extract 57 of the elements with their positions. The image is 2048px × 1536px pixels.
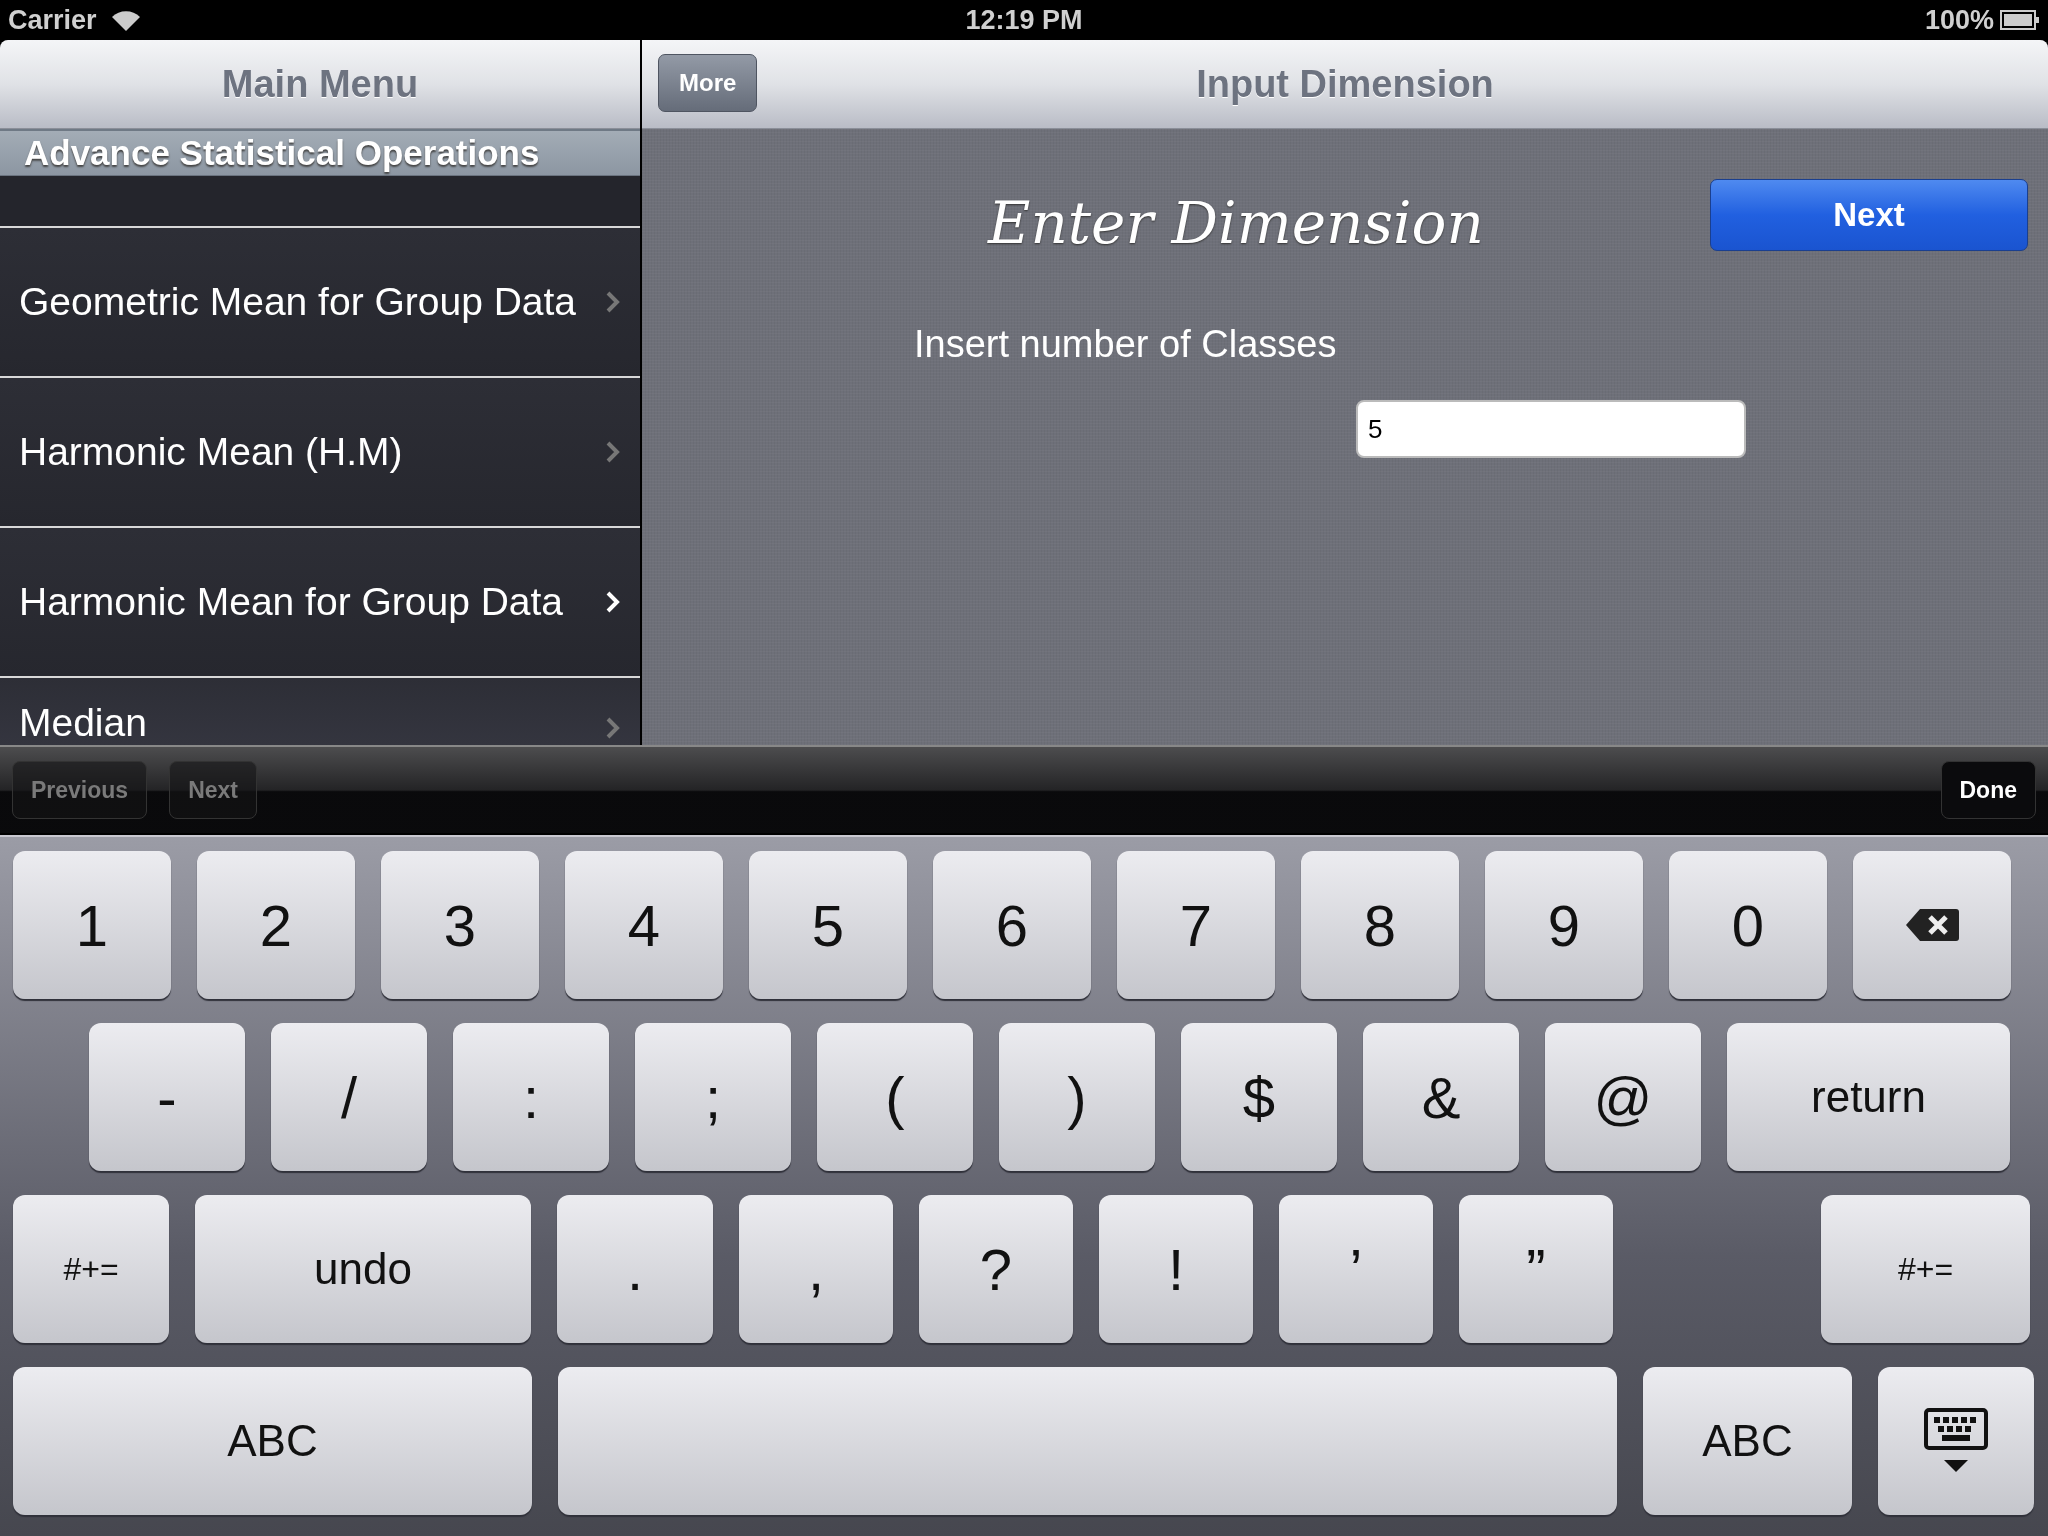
keyboard-key[interactable]: : xyxy=(453,1023,609,1171)
menu-item-label: Harmonic Mean for Group Data xyxy=(19,580,564,624)
delete-key[interactable] xyxy=(1853,851,2011,999)
keyboard-key[interactable]: 2 xyxy=(197,851,355,999)
next-button[interactable]: Next xyxy=(1710,179,2028,251)
keyboard-key[interactable]: 7 xyxy=(1117,851,1275,999)
keyboard-key[interactable]: 6 xyxy=(933,851,1091,999)
keyboard-key[interactable]: / xyxy=(271,1023,427,1171)
menu-item[interactable]: Geometric Mean for Group Data xyxy=(0,228,640,378)
battery-label: 100% xyxy=(1924,4,1994,36)
keyboard-key[interactable]: ( xyxy=(817,1023,973,1171)
menu-item-label: Median xyxy=(19,701,147,745)
keyboard-key[interactable]: ’ xyxy=(1279,1195,1433,1343)
keyboard-key[interactable]: 0 xyxy=(1669,851,1827,999)
keyboard-key[interactable]: ) xyxy=(999,1023,1155,1171)
keyboard-key[interactable]: ABC xyxy=(1643,1367,1852,1515)
keyboard-key[interactable]: ? xyxy=(919,1195,1073,1343)
keyboard-key[interactable]: @ xyxy=(1545,1023,1701,1171)
keyboard-key[interactable]: ” xyxy=(1459,1195,1613,1343)
carrier-label: Carrier xyxy=(8,4,97,36)
keyboard-key[interactable]: ! xyxy=(1099,1195,1253,1343)
nav-title: Input Dimension xyxy=(1196,62,1494,106)
section-title: Advance Statistical Operations xyxy=(24,133,540,173)
keyboard-key[interactable]: 4 xyxy=(565,851,723,999)
prompt-label: Insert number of Classes xyxy=(914,323,1338,366)
keyboard-key[interactable]: ABC xyxy=(13,1367,532,1515)
keyboard-key[interactable]: 1 xyxy=(13,851,171,999)
keyboard-key[interactable]: $ xyxy=(1181,1023,1337,1171)
keyboard-key[interactable]: undo xyxy=(195,1195,531,1343)
keyboard-key[interactable]: return xyxy=(1727,1023,2010,1171)
keyboard-key[interactable]: #+= xyxy=(13,1195,169,1343)
keyboard-icon xyxy=(1924,1408,1988,1474)
keyboard-key[interactable]: & xyxy=(1363,1023,1519,1171)
menu-item[interactable]: Harmonic Mean for Group Data xyxy=(0,528,640,678)
nav-title: Main Menu xyxy=(221,62,419,106)
wifi-icon xyxy=(110,9,141,31)
keyboard-key[interactable]: ; xyxy=(635,1023,791,1171)
keyboard-key[interactable]: . xyxy=(557,1195,713,1343)
menu-item[interactable]: Harmonic Mean (H.M) xyxy=(0,378,640,528)
keyboard-key[interactable]: - xyxy=(89,1023,245,1171)
keyboard-key[interactable]: , xyxy=(739,1195,893,1343)
keyboard-key[interactable]: 9 xyxy=(1485,851,1643,999)
clock-label: 12:19 PM xyxy=(965,4,1083,36)
backspace-icon xyxy=(1904,907,1960,943)
menu-item[interactable]: Median xyxy=(0,678,640,745)
heading: Enter Dimension xyxy=(988,189,1484,257)
menu-item-label: Geometric Mean for Group Data xyxy=(19,280,577,324)
more-button[interactable]: More xyxy=(658,54,758,112)
keyboard-key[interactable]: 5 xyxy=(749,851,907,999)
keyboard-key[interactable]: #+= xyxy=(1821,1195,2030,1343)
keyboard-key[interactable]: 3 xyxy=(381,851,539,999)
hide-keyboard-key[interactable] xyxy=(1878,1367,2034,1515)
battery-icon xyxy=(2000,9,2040,31)
done-button[interactable]: Done xyxy=(1940,761,2036,819)
input-field[interactable]: 5 xyxy=(1356,400,1746,458)
menu-item-label: Harmonic Mean (H.M) xyxy=(19,430,403,474)
keyboard-key[interactable]: 8 xyxy=(1301,851,1459,999)
